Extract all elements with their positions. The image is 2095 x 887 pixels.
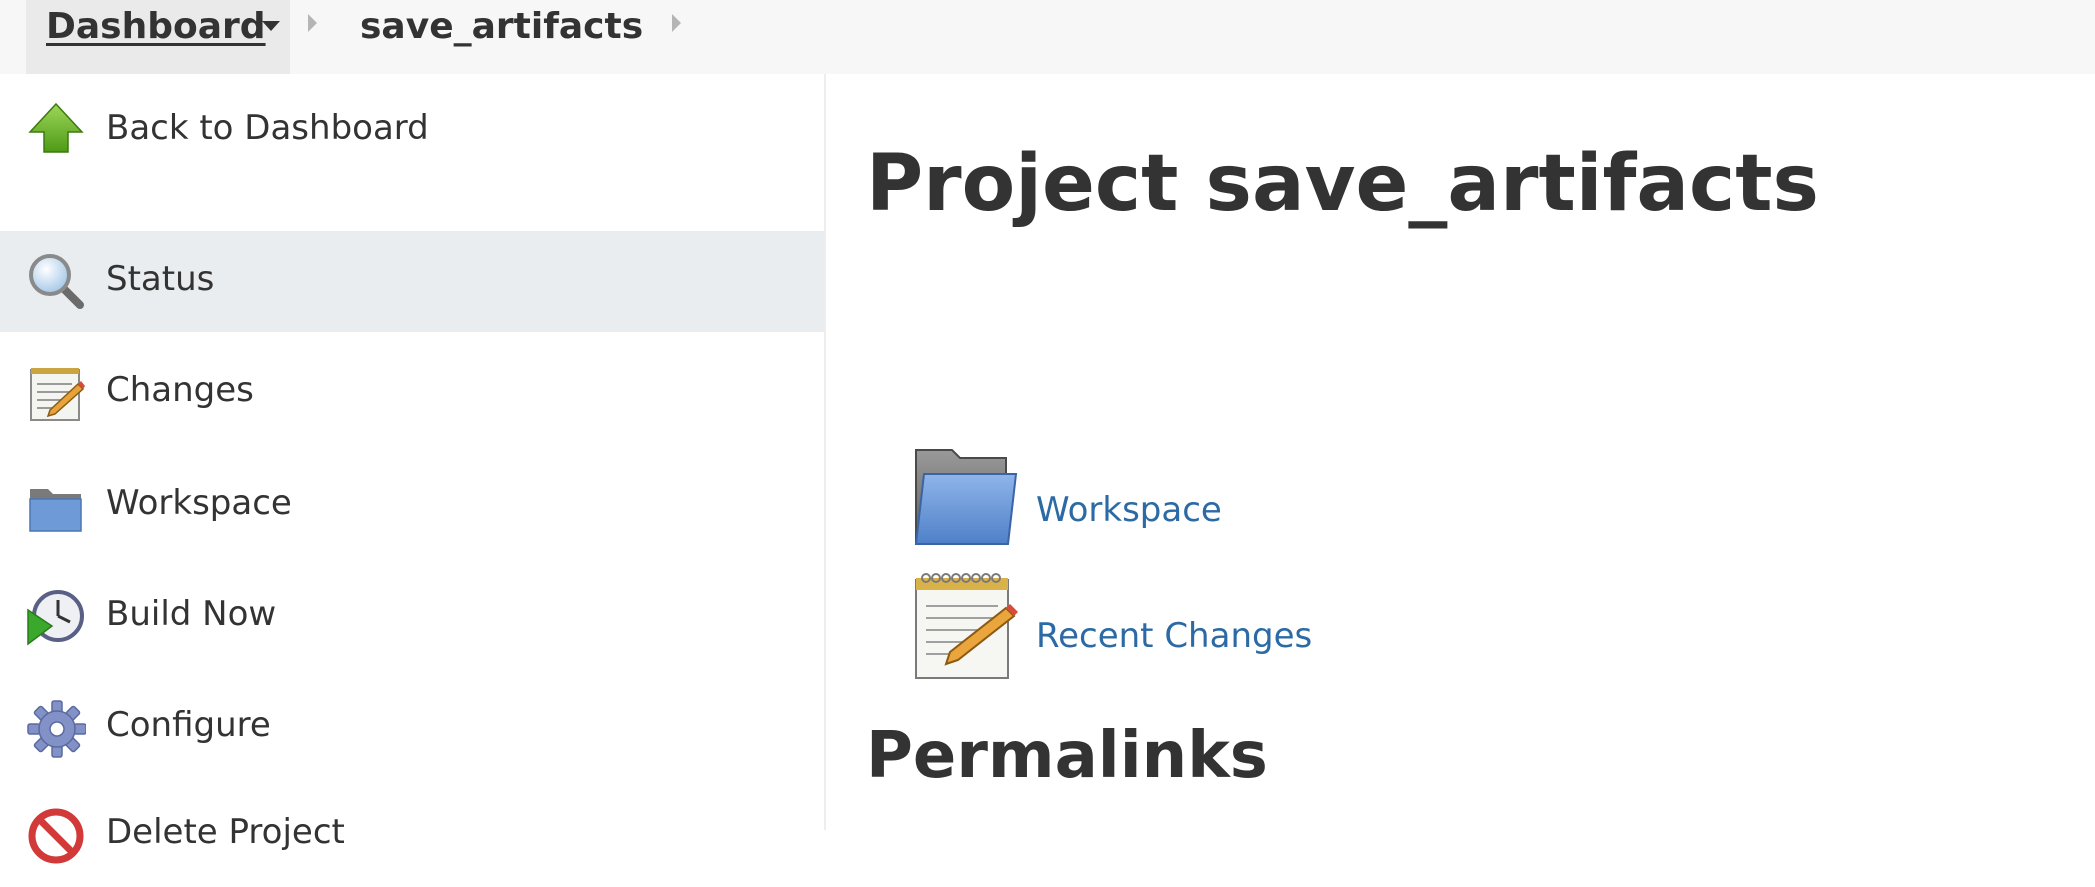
folder-icon bbox=[29, 489, 82, 532]
sidebar-item-back-to-dashboard[interactable]: Back to Dashboard bbox=[0, 74, 824, 175]
breadcrumb-dashboard[interactable]: Dashboard bbox=[26, 0, 290, 74]
sidebar-item-label: Build Now bbox=[106, 594, 277, 634]
gear-icon bbox=[27, 700, 86, 758]
delete-icon bbox=[28, 808, 84, 864]
breadcrumb-dashboard-link[interactable]: Dashboard bbox=[46, 4, 266, 50]
up-arrow-icon bbox=[28, 102, 84, 153]
folder-icon[interactable] bbox=[910, 446, 1018, 554]
sidebar-item-delete-project[interactable]: Delete Project bbox=[0, 786, 824, 887]
permalinks-heading: Permalinks bbox=[866, 719, 1268, 793]
sidebar-item-configure[interactable]: Configure bbox=[0, 675, 824, 776]
notepad-icon[interactable] bbox=[910, 572, 1018, 680]
sidebar-item-build-now[interactable]: Build Now bbox=[0, 564, 824, 665]
sidebar-item-workspace[interactable]: Workspace bbox=[0, 453, 824, 554]
sidebar-item-label: Back to Dashboard bbox=[106, 108, 429, 148]
notepad-icon bbox=[30, 368, 85, 421]
page-title: Project save_artifacts bbox=[866, 139, 1819, 229]
workspace-link[interactable]: Workspace bbox=[1036, 488, 1222, 532]
main-panel: Project save_artifacts Workspace Recent … bbox=[826, 74, 2095, 830]
sidebar-item-label: Workspace bbox=[106, 483, 292, 523]
main-link-workspace[interactable]: Workspace bbox=[910, 446, 1510, 556]
main-link-recent-changes[interactable]: Recent Changes bbox=[910, 572, 1510, 682]
breadcrumb-separator-icon bbox=[308, 14, 317, 32]
sidebar: Back to Dashboard Status Changes Workspa… bbox=[0, 74, 826, 864]
recent-changes-link[interactable]: Recent Changes bbox=[1036, 614, 1312, 658]
chevron-down-icon[interactable] bbox=[262, 21, 280, 31]
sidebar-item-label: Status bbox=[106, 259, 215, 299]
magnifier-icon bbox=[29, 254, 84, 309]
breadcrumb-separator-icon[interactable] bbox=[672, 14, 681, 32]
clock-play-icon bbox=[27, 590, 84, 646]
sidebar-item-label: Changes bbox=[106, 370, 254, 410]
sidebar-item-label: Configure bbox=[106, 705, 271, 745]
breadcrumb: Dashboard save_artifacts bbox=[0, 0, 2095, 74]
sidebar-item-changes[interactable]: Changes bbox=[0, 342, 824, 443]
breadcrumb-project-link[interactable]: save_artifacts bbox=[360, 4, 643, 50]
sidebar-item-status[interactable]: Status bbox=[0, 231, 824, 332]
sidebar-item-label: Delete Project bbox=[106, 812, 345, 852]
